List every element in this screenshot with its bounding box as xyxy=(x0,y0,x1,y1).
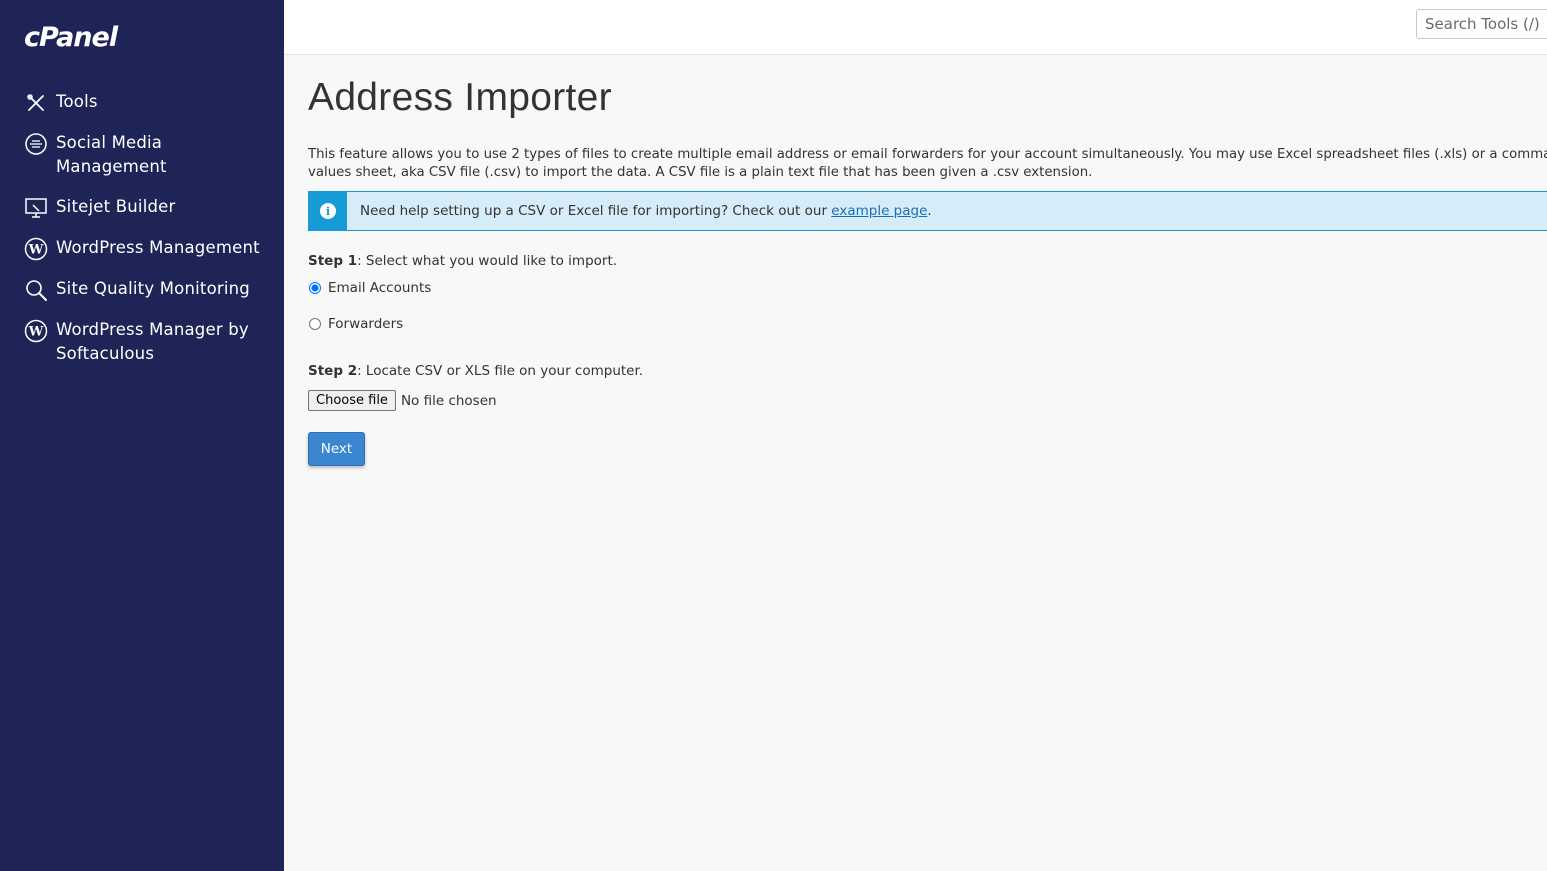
choose-file-button[interactable]: Choose file xyxy=(308,390,396,411)
sidebar-item-label: Tools xyxy=(56,92,98,111)
sidebar-item-label: WordPress Manager by Softaculous xyxy=(56,320,249,363)
info-icon-box: i xyxy=(309,192,347,230)
svg-text:W: W xyxy=(28,325,44,340)
sidebar-item-tools[interactable]: Tools xyxy=(0,86,284,119)
step2-title: Step 2 xyxy=(308,363,358,379)
radio-email-accounts[interactable]: Email Accounts xyxy=(308,280,1547,296)
sidebar-item-sitejet[interactable]: Sitejet Builder xyxy=(0,191,284,224)
sidebar-item-label: Sitejet Builder xyxy=(56,197,176,216)
info-text: Need help setting up a CSV or Excel file… xyxy=(360,203,932,219)
sidebar-item-wordpress-management[interactable]: W WordPress Management xyxy=(0,232,284,265)
radio-forwarders[interactable]: Forwarders xyxy=(308,316,1547,332)
sidebar-item-wordpress-softaculous[interactable]: W WordPress Manager by Softaculous xyxy=(0,314,284,370)
info-text-before: Need help setting up a CSV or Excel file… xyxy=(360,203,832,219)
svg-text:W: W xyxy=(28,243,44,258)
step2-label: Step 2: Locate CSV or XLS file on your c… xyxy=(308,363,1547,379)
step1-label: Step 1: Select what you would like to im… xyxy=(308,253,1547,269)
radio-label: Forwarders xyxy=(328,316,404,332)
step1-text: : Select what you would like to import. xyxy=(357,253,618,269)
wordpress-icon: W xyxy=(24,237,48,261)
top-bar xyxy=(284,0,1547,55)
magnifier-icon xyxy=(24,278,48,302)
tools-icon xyxy=(24,91,48,115)
email-accounts-radio[interactable] xyxy=(309,282,321,294)
example-page-link[interactable]: example page xyxy=(831,203,927,219)
step1-title: Step 1 xyxy=(308,253,358,269)
cpanel-logo[interactable]: cPanel xyxy=(24,22,118,53)
info-icon: i xyxy=(320,203,336,219)
sidebar-item-label: Site Quality Monitoring xyxy=(56,279,250,298)
main-content: Address Importer This feature allows you… xyxy=(308,54,1547,466)
social-media-icon xyxy=(24,132,48,156)
sitejet-icon xyxy=(24,196,48,220)
description-line: This feature allows you to use 2 types o… xyxy=(308,147,1547,162)
sidebar: cPanel Tools Social Media Management Sit… xyxy=(0,0,284,871)
sidebar-item-label: Social Media Management xyxy=(56,133,167,176)
sidebar-item-label: WordPress Management xyxy=(56,238,260,257)
description-line: values sheet, aka CSV file (.csv) to imp… xyxy=(308,165,1093,180)
file-picker: Choose file No file chosen xyxy=(308,390,1547,411)
info-text-after: . xyxy=(927,203,932,219)
radio-label: Email Accounts xyxy=(328,280,432,296)
step2-text: : Locate CSV or XLS file on your compute… xyxy=(357,363,644,379)
search-input[interactable] xyxy=(1416,9,1547,39)
next-button[interactable]: Next xyxy=(308,432,365,466)
wordpress-icon: W xyxy=(24,319,48,343)
page-description: This feature allows you to use 2 types o… xyxy=(308,146,1547,182)
info-callout: i Need help setting up a CSV or Excel fi… xyxy=(308,191,1547,231)
sidebar-nav: Tools Social Media Management Sitejet Bu… xyxy=(0,86,284,378)
sidebar-item-site-quality[interactable]: Site Quality Monitoring xyxy=(0,273,284,306)
sidebar-item-social-media[interactable]: Social Media Management xyxy=(0,127,284,183)
file-status: No file chosen xyxy=(400,392,497,409)
page-title: Address Importer xyxy=(308,76,612,119)
forwarders-radio[interactable] xyxy=(309,318,321,330)
